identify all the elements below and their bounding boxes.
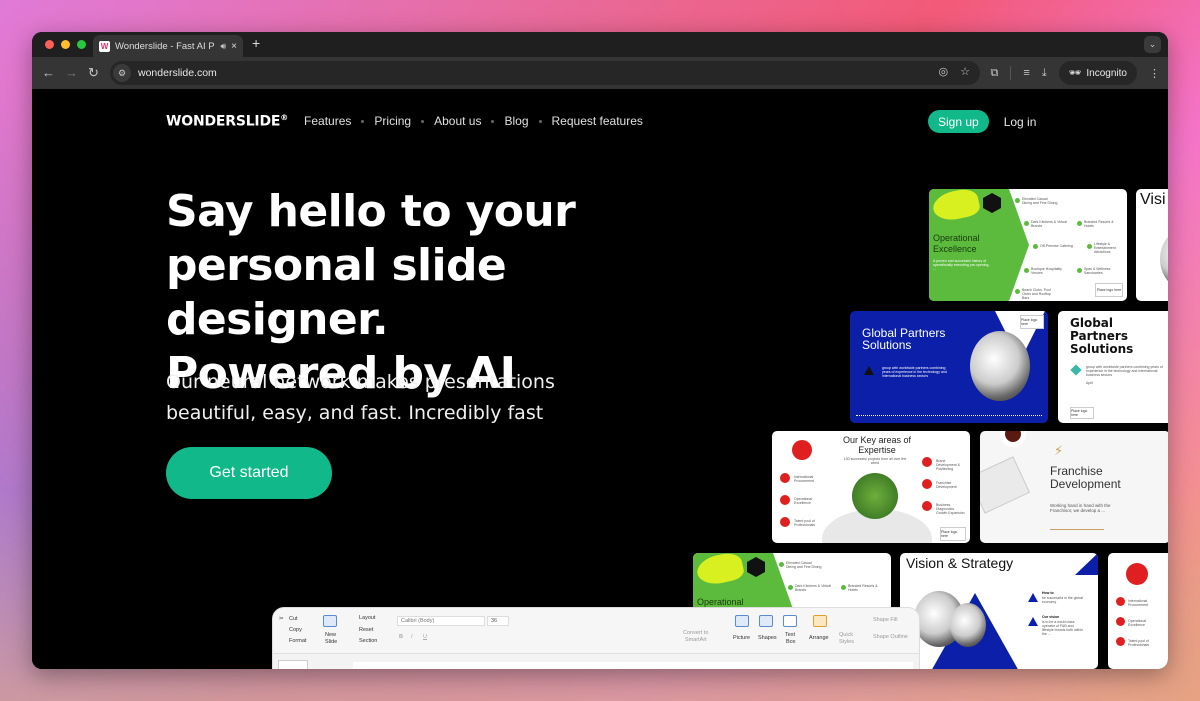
- nav-separator: [491, 119, 495, 123]
- bold-icon[interactable]: B: [399, 634, 403, 640]
- url-text[interactable]: wonderslide.com: [138, 67, 217, 79]
- incognito-icon: 🕶︎: [1068, 67, 1082, 79]
- browser-window: W Wonderslide - Fast AI Presentation Mak…: [32, 32, 1168, 669]
- nav-separator: [538, 119, 542, 123]
- slide-preview-global-blue: Global Partners Solutions group with wor…: [850, 311, 1048, 423]
- back-button[interactable]: ←: [42, 65, 55, 80]
- close-window-button[interactable]: [45, 40, 54, 49]
- auth-buttons: Sign up Log in: [928, 110, 1036, 133]
- slide-preview-vision-partial: Visi: [1136, 189, 1168, 301]
- speaker-icon[interactable]: 🔊︎: [220, 41, 226, 52]
- nav-link-about[interactable]: About us: [434, 114, 481, 128]
- download-icon[interactable]: ⤓: [1042, 67, 1047, 80]
- italic-icon[interactable]: I: [411, 634, 413, 640]
- keyboard-image: [980, 456, 1031, 514]
- new-slide-icon: [323, 615, 337, 627]
- window-controls: [45, 40, 86, 49]
- underline-icon[interactable]: U: [423, 634, 427, 640]
- browser-tab[interactable]: W Wonderslide - Fast AI Presentation Mak…: [93, 35, 243, 57]
- forward-button[interactable]: →: [65, 65, 78, 80]
- cut-icon: ✂︎: [279, 616, 284, 622]
- tab-title: Wonderslide - Fast AI Presentation Maker: [115, 40, 215, 52]
- picture-icon: [735, 615, 749, 627]
- nav-separator: [361, 119, 365, 123]
- plant-image: [852, 473, 898, 519]
- triangle-icon: [864, 366, 874, 375]
- red-circle-icon: [792, 440, 812, 460]
- hero-subtitle: Our neural network makes presentations b…: [166, 371, 555, 424]
- font-name-field[interactable]: Calibri (Body): [397, 616, 485, 626]
- tab-bar: W Wonderslide - Fast AI Presentation Mak…: [32, 32, 1168, 57]
- slide-preview-franchise: ⚡︎ Franchise Development Working hand in…: [980, 431, 1168, 543]
- font-size-field[interactable]: 36: [487, 616, 509, 626]
- arrange-icon: [813, 615, 827, 627]
- eye-off-icon[interactable]: ◎: [939, 65, 949, 78]
- diamond-icon: [1070, 364, 1082, 376]
- minimize-window-button[interactable]: [61, 40, 70, 49]
- extensions-icon[interactable]: ⧉: [991, 67, 999, 80]
- tune-icon[interactable]: ⚙︎: [113, 64, 131, 82]
- toolbar-divider: [1010, 66, 1012, 80]
- menu-icon[interactable]: ⋮: [1149, 67, 1160, 80]
- site-nav: WONDERSLIDE® Features Pricing About us B…: [166, 113, 643, 130]
- address-bar[interactable]: ⚙︎ wonderslide.com ◎ ☆: [110, 61, 980, 85]
- logo-placeholder: Place logo here: [1095, 283, 1123, 297]
- web-page: WONDERSLIDE® Features Pricing About us B…: [32, 89, 1168, 669]
- robot-image: [970, 331, 1030, 401]
- reading-list-icon[interactable]: ≡: [1023, 67, 1029, 79]
- incognito-label: Incognito: [1086, 67, 1127, 79]
- login-link[interactable]: Log in: [1004, 115, 1037, 129]
- nav-link-pricing[interactable]: Pricing: [374, 114, 411, 128]
- lightning-icon: ⚡︎: [1054, 443, 1064, 458]
- nav-link-blog[interactable]: Blog: [504, 114, 528, 128]
- maximize-window-button[interactable]: [77, 40, 86, 49]
- new-tab-button[interactable]: +: [252, 35, 260, 51]
- nav-separator: [421, 119, 425, 123]
- tab-search-button[interactable]: ⌄: [1144, 36, 1161, 53]
- tab-close-icon[interactable]: ×: [231, 41, 237, 52]
- slide-preview-vision-strategy: Vision & Strategy How to be successful i…: [900, 553, 1098, 669]
- slide-preview-global-white: Global Partners Solutions group with wor…: [1058, 311, 1168, 423]
- shapes-icon: [759, 615, 773, 627]
- slide-preview-operational: Operational Excellence A proven and succ…: [929, 189, 1127, 301]
- powerpoint-preview: ✂︎ Cut Copy Format New Slide Layout Rese…: [272, 607, 920, 669]
- slide-preview-red-partial: International Procurement Operational Ex…: [1108, 553, 1168, 669]
- star-icon[interactable]: ☆: [960, 65, 970, 78]
- slide-thumbnail[interactable]: [278, 660, 308, 669]
- reload-button[interactable]: ↻: [88, 65, 99, 81]
- favicon-icon: W: [99, 40, 110, 52]
- get-started-button[interactable]: Get started: [166, 447, 332, 499]
- nav-link-request-features[interactable]: Request features: [552, 114, 643, 128]
- coffee-cup-image: [1000, 431, 1026, 447]
- site-logo[interactable]: WONDERSLIDE®: [166, 113, 288, 130]
- incognito-badge[interactable]: 🕶︎ Incognito: [1058, 61, 1137, 85]
- nav-link-features[interactable]: Features: [304, 114, 351, 128]
- slide-preview-expertise: Our Key areas of Expertise 100 successfu…: [772, 431, 970, 543]
- robot-image: [1160, 229, 1168, 289]
- browser-toolbar: ← → ↻ ⚙︎ wonderslide.com ◎ ☆ ⧉ ≡ ⤓ 🕶︎ In…: [32, 57, 1168, 89]
- signup-button[interactable]: Sign up: [928, 110, 989, 133]
- text-box-icon: [783, 615, 797, 627]
- slide-canvas[interactable]: [353, 662, 913, 669]
